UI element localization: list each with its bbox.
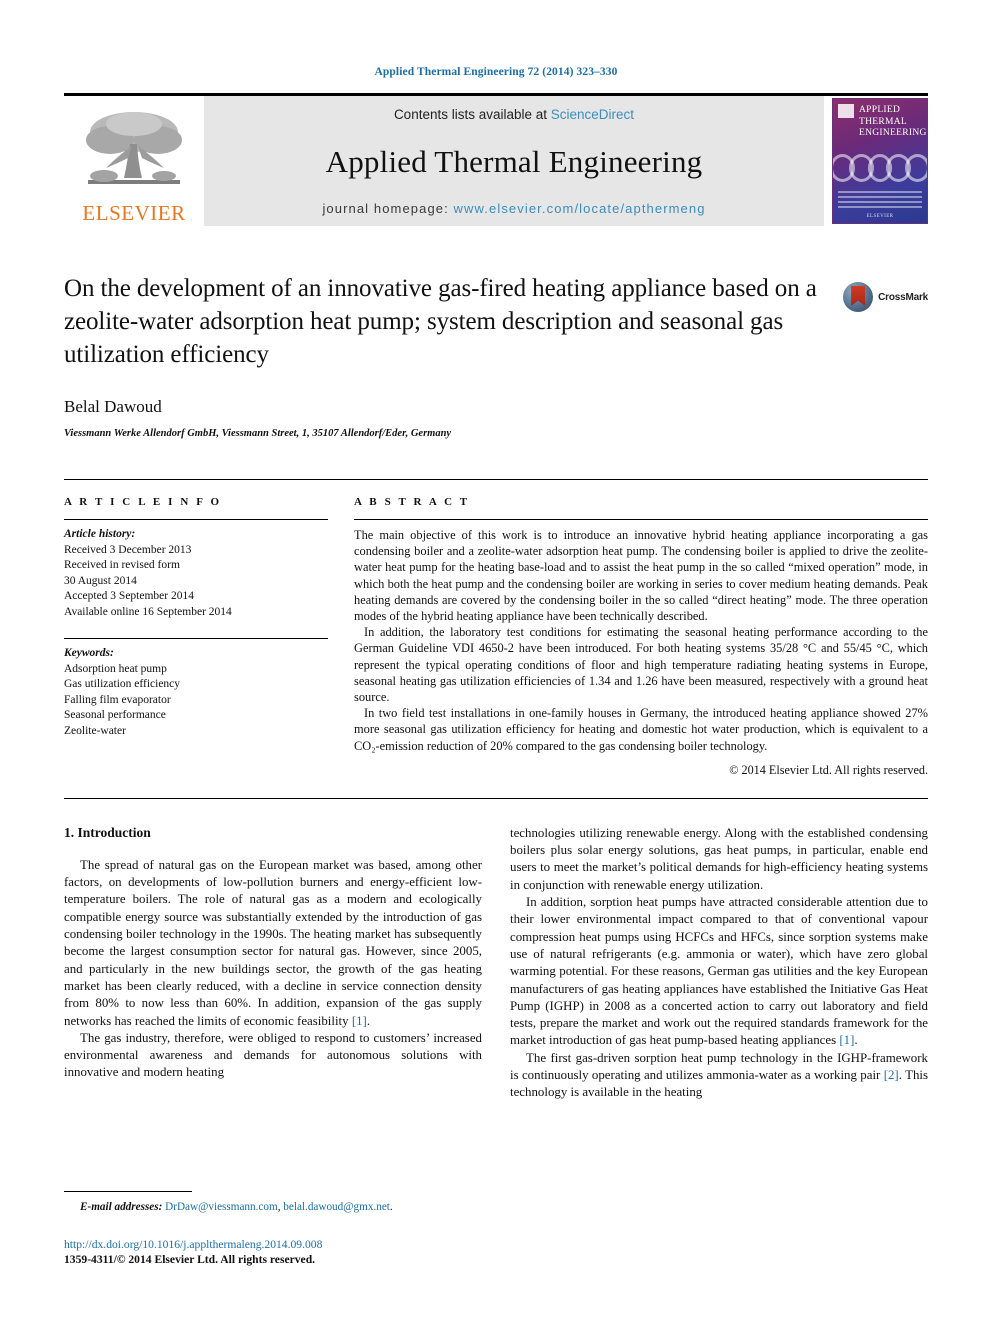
masthead-right: APPLIED THERMAL ENGINEERING ELSEVIER: [824, 96, 928, 226]
abstract-paragraph: The main objective of this work is to in…: [354, 528, 928, 624]
contents-line: Contents lists available at ScienceDirec…: [394, 107, 634, 122]
abstract-paragraph: In two field test installations in one-f…: [354, 706, 928, 753]
abstract-column: A B S T R A C T The main objective of th…: [354, 496, 928, 778]
page-title: On the development of an innovative gas-…: [64, 275, 817, 368]
body-column-right: technologies utilizing renewable energy.…: [510, 825, 928, 1102]
body-text-left: The spread of natural gas on the Europea…: [64, 857, 482, 1082]
cover-rings-graphic: [833, 154, 927, 182]
article-info-heading: A R T I C L E I N F O: [64, 496, 222, 508]
history-item: Received in revised form: [64, 559, 180, 571]
article-history-label: Article history:: [64, 528, 136, 540]
doi-link[interactable]: http://dx.doi.org/10.1016/j.applthermale…: [64, 1237, 468, 1252]
publisher-logo: ELSEVIER: [64, 96, 204, 226]
doi-and-issn-block: http://dx.doi.org/10.1016/j.applthermale…: [64, 1237, 468, 1267]
masthead-center: Contents lists available at ScienceDirec…: [204, 96, 824, 226]
running-head: Applied Thermal Engineering 72 (2014) 32…: [374, 66, 618, 78]
journal-cover-thumbnail: APPLIED THERMAL ENGINEERING ELSEVIER: [832, 98, 928, 224]
body-column-left: 1. Introduction The spread of natural ga…: [64, 825, 482, 1102]
body-divider: [64, 797, 928, 799]
body-paragraph: technologies utilizing renewable energy.…: [510, 825, 928, 892]
cover-title-line-2: THERMAL: [859, 116, 908, 127]
author-affiliation: Viessmann Werke Allendorf GmbH, Viessman…: [64, 428, 452, 439]
keyword-item: Adsorption heat pump: [64, 662, 167, 675]
page-footnote: E-mail addresses: DrDaw@viessmann.com, b…: [64, 1191, 468, 1267]
crossmark-icon: [843, 282, 874, 312]
citation-ref[interactable]: [1]: [352, 1014, 367, 1028]
citation-ref[interactable]: [2]: [884, 1068, 899, 1082]
journal-homepage-link[interactable]: www.elsevier.com/locate/apthermeng: [454, 201, 706, 216]
author-name: Belal Dawoud: [64, 397, 162, 416]
abstract-paragraph: In addition, the laboratory test conditi…: [354, 625, 928, 705]
cover-footer: ELSEVIER: [866, 214, 894, 219]
cover-title-line-1: APPLIED: [859, 105, 901, 115]
citation-ref[interactable]: [1]: [839, 1033, 854, 1047]
keywords-block: Keywords: Adsorption heat pump Gas utili…: [64, 646, 334, 739]
keyword-item: Gas utilization efficiency: [64, 678, 181, 690]
journal-masthead: ELSEVIER Contents lists available at Sci…: [64, 93, 928, 226]
section-heading-introduction: 1. Introduction: [64, 824, 151, 840]
contents-prefix: Contents lists available at: [393, 107, 551, 122]
cover-text-lines: [838, 191, 922, 211]
article-page: Applied Thermal Engineering 72 (2014) 32…: [0, 0, 992, 1323]
keyword-item: Zeolite-water: [64, 724, 126, 737]
title-block: On the development of an innovative gas-…: [64, 272, 928, 439]
cover-title-line-3: ENGINEERING: [859, 128, 927, 138]
abstract-divider: [354, 519, 928, 520]
body-columns: 1. Introduction The spread of natural ga…: [64, 825, 928, 1102]
article-info-divider-keywords: [64, 638, 328, 639]
history-item: Available online 16 September 2014: [64, 605, 232, 618]
email-period: .: [389, 1201, 393, 1213]
journal-homepage-line: journal homepage: www.elsevier.com/locat…: [322, 201, 705, 216]
article-info-divider-top: [64, 519, 328, 520]
keyword-item: Seasonal performance: [64, 709, 166, 721]
info-abstract-section: A R T I C L E I N F O Article history: R…: [64, 479, 928, 778]
article-info-column: A R T I C L E I N F O Article history: R…: [64, 496, 354, 778]
body-text-right: technologies utilizing renewable energy.…: [510, 825, 928, 1102]
email-label: E-mail addresses:: [80, 1201, 163, 1213]
keyword-item: Falling film evaporator: [64, 693, 171, 706]
abstract-copyright: © 2014 Elsevier Ltd. All rights reserved…: [729, 762, 928, 777]
email-addresses-line: E-mail addresses: DrDaw@viessmann.com, b…: [64, 1201, 468, 1213]
article-history-block: Article history: Received 3 December 201…: [64, 527, 334, 620]
history-item: 30 August 2014: [64, 574, 137, 587]
cover-publisher-mark: [838, 104, 854, 118]
body-paragraph: The spread of natural gas on the Europea…: [64, 857, 482, 1030]
body-paragraph: The first gas-driven sorption heat pump …: [510, 1050, 928, 1100]
cover-title: APPLIED THERMAL ENGINEERING: [859, 105, 927, 140]
title-and-authors: On the development of an innovative gas-…: [64, 272, 836, 439]
body-paragraph: The gas industry, therefore, were oblige…: [64, 1030, 482, 1080]
sciencedirect-link[interactable]: ScienceDirect: [551, 107, 634, 122]
crossmark-badge[interactable]: CrossMark: [836, 282, 928, 312]
crossmark-label: CrossMark: [878, 291, 928, 303]
elsevier-tree-icon: [86, 112, 182, 184]
issn-copyright: 1359-4311/© 2014 Elsevier Ltd. All right…: [64, 1253, 316, 1266]
history-item: Received 3 December 2013: [64, 543, 192, 556]
email-link-secondary[interactable]: belal.dawoud@gmx.net: [283, 1201, 390, 1213]
abstract-heading: A B S T R A C T: [354, 496, 470, 508]
footnote-divider: [64, 1191, 192, 1192]
homepage-prefix: journal homepage:: [322, 201, 454, 216]
abstract-body: The main objective of this work is to in…: [354, 527, 928, 754]
body-paragraph-text: The spread of natural gas on the Europea…: [64, 857, 482, 1028]
elsevier-wordmark: ELSEVIER: [82, 201, 186, 225]
email-link-primary[interactable]: DrDaw@viessmann.com: [165, 1201, 278, 1213]
history-item: Accepted 3 September 2014: [64, 590, 194, 602]
body-paragraph: In addition, sorption heat pumps have at…: [510, 895, 928, 1048]
keywords-label: Keywords:: [64, 647, 114, 659]
journal-title: Applied Thermal Engineering: [325, 143, 703, 179]
